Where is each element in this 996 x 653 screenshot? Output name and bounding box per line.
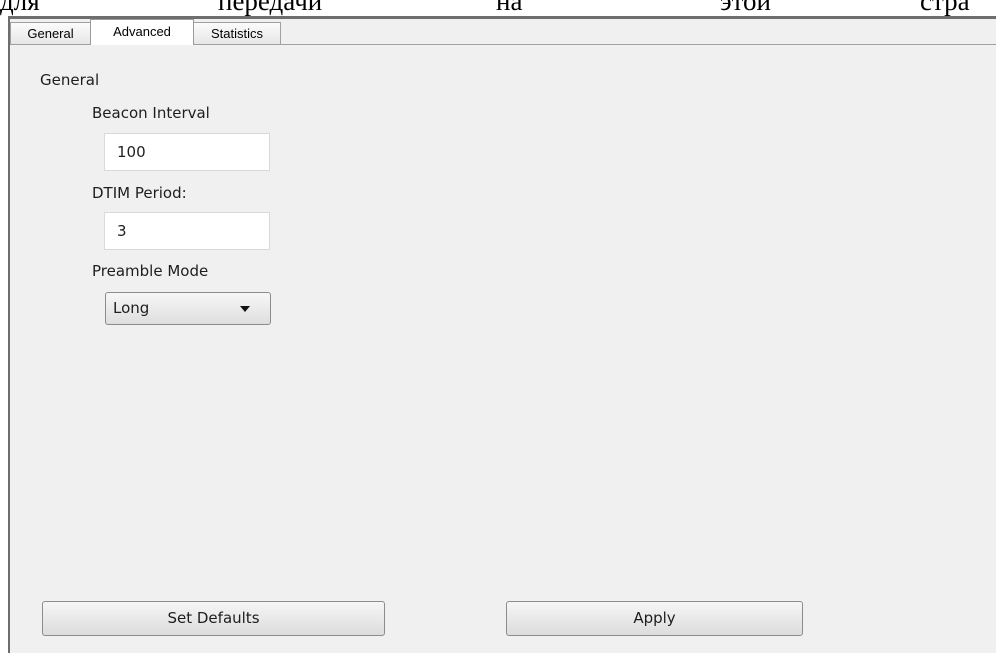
document-text-line: для передачи на этой стра: [0, 0, 996, 16]
document-word: стра: [920, 0, 970, 16]
apply-button[interactable]: Apply: [506, 601, 803, 636]
document-word: на: [496, 0, 523, 16]
preamble-mode-label: Preamble Mode: [92, 262, 209, 280]
preamble-mode-dropdown[interactable]: Long: [105, 292, 271, 325]
document-word: передачи: [218, 0, 323, 16]
document-word: для: [0, 0, 40, 16]
beacon-interval-label: Beacon Interval: [92, 104, 210, 122]
dtim-period-label: DTIM Period:: [92, 184, 187, 202]
set-defaults-button[interactable]: Set Defaults: [42, 601, 385, 636]
tab-statistics[interactable]: Statistics: [193, 22, 281, 44]
section-title-general: General: [40, 71, 100, 89]
tab-advanced[interactable]: Advanced: [90, 19, 194, 45]
beacon-interval-input[interactable]: [104, 133, 270, 171]
dtim-period-input[interactable]: [104, 212, 270, 250]
chevron-down-icon: [240, 306, 250, 312]
advanced-panel: General Beacon Interval DTIM Period: Pre…: [10, 45, 996, 653]
preamble-mode-selected: Long: [113, 299, 150, 317]
document-word: этой: [720, 0, 771, 16]
tab-general[interactable]: General: [10, 22, 91, 44]
